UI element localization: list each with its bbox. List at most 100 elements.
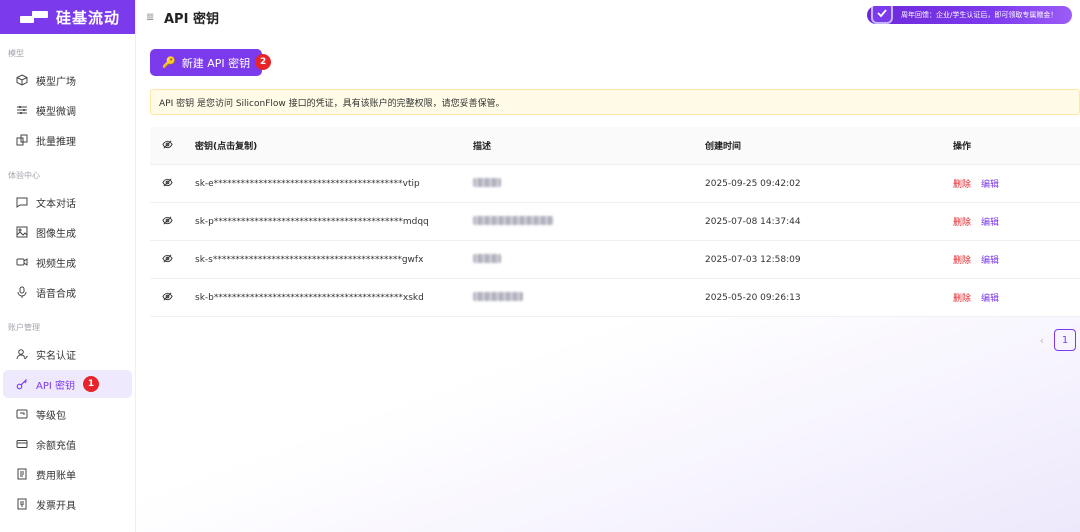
pagination: ‹ 1 xyxy=(1040,329,1076,351)
sidebar-item-label: 批量推理 xyxy=(36,136,76,148)
sidebar-item-image-gen[interactable]: 图像生成 xyxy=(3,218,132,246)
nav-section-title: 体验中心 xyxy=(8,171,40,180)
sidebar-item-label: 图像生成 xyxy=(36,228,76,240)
invoice-icon xyxy=(16,498,28,510)
sidebar-item-video-gen[interactable]: 视频生成 xyxy=(3,248,132,276)
card-icon xyxy=(16,438,28,450)
key-created-time: 2025-07-08 14:37:44 xyxy=(705,216,801,227)
blurred-description xyxy=(473,215,553,225)
edit-button[interactable]: 编辑 xyxy=(981,177,999,190)
eye-off-icon xyxy=(162,292,173,300)
sidebar-item-batch-inference[interactable]: 批量推理 xyxy=(3,126,132,154)
eye-off-icon xyxy=(162,178,173,186)
key-description xyxy=(473,215,705,228)
key-created-time: 2025-09-25 09:42:02 xyxy=(705,178,801,189)
create-api-key-button[interactable]: 🔑 新建 API 密钥 xyxy=(150,49,263,76)
sidebar-item-label: 视频生成 xyxy=(36,258,76,270)
column-header-key: 密钥(点击复制) xyxy=(195,142,258,152)
sidebar-item-label: 实名认证 xyxy=(36,350,76,362)
edit-button[interactable]: 编辑 xyxy=(981,253,999,266)
sidebar-item-label: 模型微调 xyxy=(36,106,76,118)
key-description xyxy=(473,177,705,190)
edit-button[interactable]: 编辑 xyxy=(981,291,999,304)
sidebar-item-label: 模型广场 xyxy=(36,76,76,88)
key-icon: 🔑 xyxy=(162,56,176,69)
table-row: sk-e************************************… xyxy=(150,165,1080,203)
sidebar-item-real-name[interactable]: 实名认证 xyxy=(3,340,132,368)
layers-icon xyxy=(16,134,28,146)
mic-icon xyxy=(16,286,28,298)
sidebar-item-label: 等级包 xyxy=(36,410,66,422)
chat-icon xyxy=(16,196,28,208)
prev-page-button[interactable]: ‹ xyxy=(1040,334,1044,347)
column-header-ops: 操作 xyxy=(953,142,972,152)
user-check-icon xyxy=(16,348,28,360)
sidebar-item-label: 余额充值 xyxy=(36,440,76,452)
create-row: 🔑 新建 API 密钥 2 xyxy=(150,49,272,76)
toggle-visibility[interactable] xyxy=(150,291,195,305)
key-description xyxy=(473,291,705,304)
api-key-value[interactable]: sk-p************************************… xyxy=(195,217,473,227)
step-badge: 2 xyxy=(255,54,272,70)
table-header: 密钥(点击复制) 描述 创建时间 操作 xyxy=(150,127,1080,165)
sidebar-item-level-package[interactable]: 等级包 xyxy=(3,400,132,428)
eye-off-icon xyxy=(162,140,173,148)
delete-button[interactable]: 删除 xyxy=(953,215,971,228)
sidebar-item-label: 文本对话 xyxy=(36,198,76,210)
api-key-value[interactable]: sk-b************************************… xyxy=(195,293,473,303)
delete-button[interactable]: 删除 xyxy=(953,291,971,304)
edit-button[interactable]: 编辑 xyxy=(981,215,999,228)
table-row: sk-b************************************… xyxy=(150,279,1080,317)
sidebar-item-model-finetune[interactable]: 模型微调 xyxy=(3,96,132,124)
api-key-value[interactable]: sk-s************************************… xyxy=(195,255,473,265)
eye-off-icon xyxy=(162,216,173,224)
main-content: 🔑 新建 API 密钥 2 API 密钥 是您访问 SiliconFlow 接口… xyxy=(136,34,1080,532)
sidebar-item-label: 发票开具 xyxy=(36,500,76,512)
key-created-time: 2025-05-20 09:26:13 xyxy=(705,292,801,303)
sidebar-item-api-keys[interactable]: API 密钥 1 xyxy=(3,370,132,398)
sidebar-item-recharge[interactable]: 余额充值 xyxy=(3,430,132,458)
blurred-description xyxy=(473,253,501,263)
nav-section-title: 模型 xyxy=(8,49,24,58)
image-icon xyxy=(16,226,28,238)
delete-button[interactable]: 删除 xyxy=(953,253,971,266)
top-header: ≣ API 密钥 周年回馈：企业/学生认证后，即可领取专属赠金！ xyxy=(136,0,1080,34)
sidebar: 硅基流动 模型 模型广场 模型微调 批量推理 体验中心 文本对话 图像生成 视频… xyxy=(0,0,136,532)
api-key-value[interactable]: sk-e************************************… xyxy=(195,179,473,189)
create-button-label: 新建 API 密钥 xyxy=(181,56,251,70)
video-icon xyxy=(16,256,28,268)
cube-icon xyxy=(16,74,28,86)
toggle-visibility[interactable] xyxy=(150,215,195,229)
sidebar-item-label: API 密钥 xyxy=(36,380,75,392)
sidebar-item-model-square[interactable]: 模型广场 xyxy=(3,66,132,94)
security-notice: API 密钥 是您访问 SiliconFlow 接口的凭证，具有该账户的完整权限… xyxy=(150,89,1080,115)
sliders-icon xyxy=(16,104,28,116)
sidebar-item-speech-synth[interactable]: 语音合成 xyxy=(3,278,132,306)
toggle-visibility[interactable] xyxy=(150,253,195,267)
brand-logo[interactable]: 硅基流动 xyxy=(0,0,135,34)
promo-text: 周年回馈：企业/学生认证后，即可领取专属赠金！ xyxy=(901,11,1058,19)
nav-section-title: 账户管理 xyxy=(8,323,40,332)
collapse-menu-icon[interactable]: ≣ xyxy=(146,12,158,23)
page-title: API 密钥 xyxy=(164,11,219,27)
toggle-visibility[interactable] xyxy=(150,177,195,191)
sidebar-item-billing[interactable]: 费用账单 xyxy=(3,460,132,488)
key-icon xyxy=(16,378,28,390)
logo-mark-icon xyxy=(20,10,48,24)
blurred-description xyxy=(473,291,523,301)
column-header-created: 创建时间 xyxy=(705,142,742,152)
row-actions: 删除 编辑 xyxy=(953,291,1080,304)
sidebar-item-text-chat[interactable]: 文本对话 xyxy=(3,188,132,216)
page-number-current[interactable]: 1 xyxy=(1054,329,1076,351)
table-row: sk-p************************************… xyxy=(150,203,1080,241)
bill-icon xyxy=(16,468,28,480)
key-created-time: 2025-07-03 12:58:09 xyxy=(705,254,801,265)
row-actions: 删除 编辑 xyxy=(953,215,1080,228)
delete-button[interactable]: 删除 xyxy=(953,177,971,190)
package-icon xyxy=(16,408,28,420)
api-keys-table: 密钥(点击复制) 描述 创建时间 操作 sk-e****************… xyxy=(150,127,1080,317)
sidebar-item-invoice[interactable]: 发票开具 xyxy=(3,490,132,518)
promo-banner[interactable]: 周年回馈：企业/学生认证后，即可领取专属赠金！ xyxy=(867,6,1072,24)
verified-check-icon xyxy=(871,6,893,24)
toggle-all-visibility[interactable] xyxy=(150,139,195,153)
